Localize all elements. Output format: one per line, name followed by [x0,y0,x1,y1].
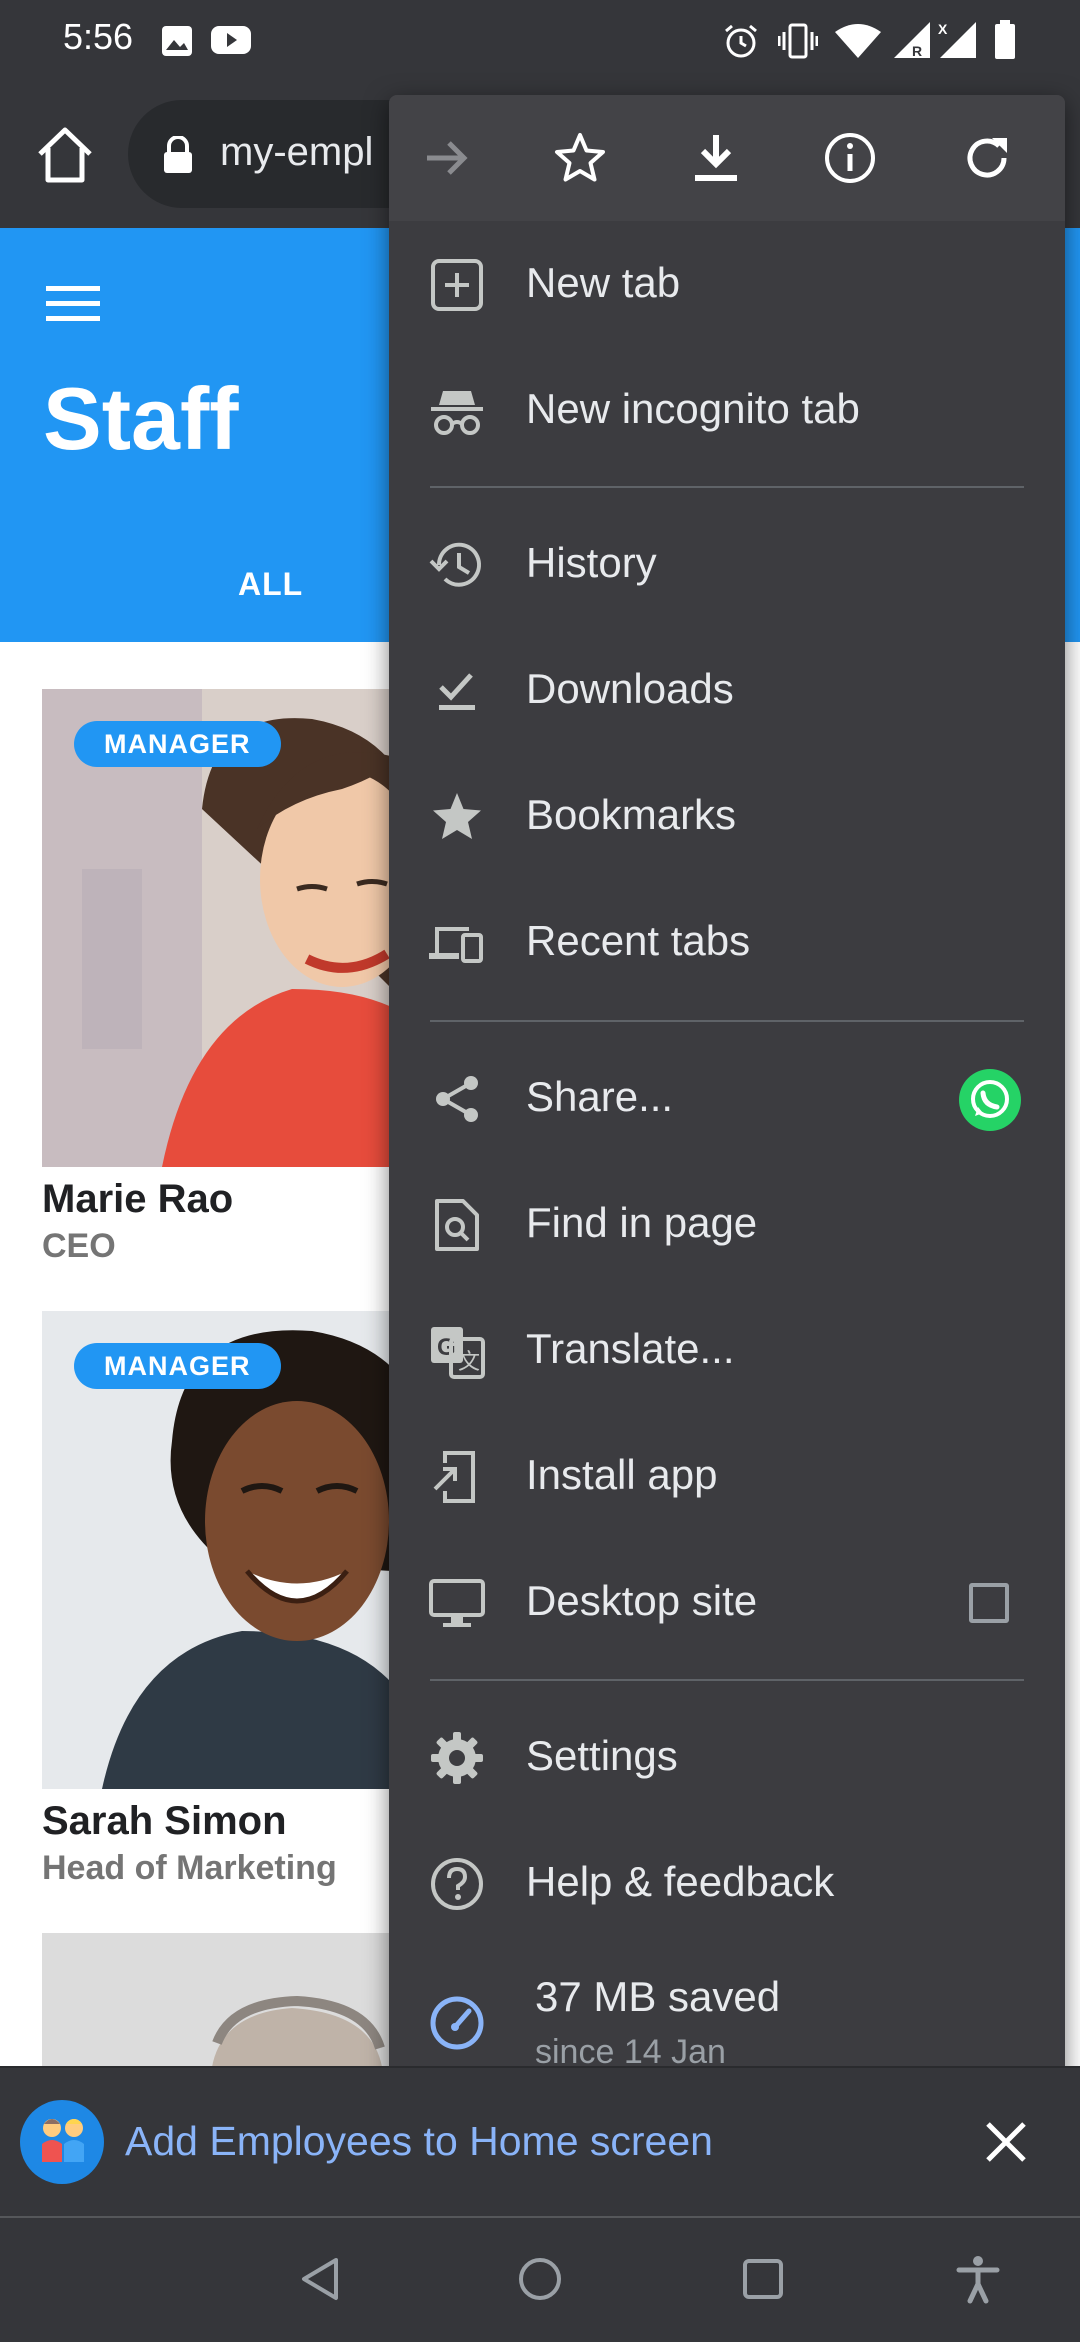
install-app-icon [433,1451,475,1503]
accessibility-icon[interactable] [953,2254,1003,2304]
menu-item-label: New tab [526,259,681,306]
alarm-icon [725,24,757,58]
menu-item-translate[interactable]: G文 Translate... [389,1291,1065,1411]
menu-item-label: Find in page [526,1199,758,1246]
back-nav-icon[interactable] [296,2254,346,2304]
hamburger-menu-icon[interactable] [46,284,100,324]
menu-item-label: Install app [526,1451,718,1498]
banner-text[interactable]: Add Employees to Home screen [125,2118,713,2165]
staff-name: Sarah Simon [42,1799,287,1843]
signal-icon: R [894,22,930,59]
menu-item-label: Downloads [526,665,734,712]
translate-icon: G文 [431,1327,485,1379]
menu-item-help-feedback[interactable]: Help & feedback [389,1824,1065,1944]
staff-role: CEO [42,1227,116,1265]
youtube-icon [211,26,251,54]
home-nav-icon[interactable] [515,2254,565,2304]
incognito-icon [431,391,483,435]
page-info-button[interactable] [815,123,885,193]
menu-item-install-app[interactable]: Install app [389,1417,1065,1537]
app-icon [20,2100,104,2184]
staff-photo: MANAGER [42,1311,442,1789]
menu-item-history[interactable]: History [389,505,1065,625]
star-icon [555,133,605,182]
forward-icon [427,141,468,175]
new-tab-icon [431,259,483,311]
home-icon [38,127,92,183]
url-text: my-empl [220,130,374,174]
download-page-button[interactable] [681,123,751,193]
history-icon [429,542,481,587]
desktop-site-icon [429,1579,485,1627]
menu-item-label: Settings [526,1732,678,1779]
menu-item-share[interactable]: Share... [389,1039,1065,1159]
recent-tabs-icon [429,927,483,963]
manager-badge: MANAGER [74,721,281,767]
settings-icon [431,1732,483,1784]
bookmarks-icon [433,793,481,839]
menu-item-recent-tabs[interactable]: Recent tabs [389,883,1065,1003]
menu-item-bookmarks[interactable]: Bookmarks [389,757,1065,877]
menu-item-new-incognito-tab[interactable]: New incognito tab [389,351,1065,471]
info-icon [825,133,875,183]
menu-item-label: Help & feedback [526,1858,835,1905]
menu-divider [430,1020,1024,1022]
lock-icon [164,136,192,173]
whatsapp-icon [971,1080,1009,1118]
page-title: Staff [43,369,239,468]
wifi-icon [835,24,881,58]
find-in-page-icon [435,1199,479,1251]
menu-divider [430,1679,1024,1681]
add-to-home-banner[interactable]: Add Employees to Home screen [0,2066,1080,2218]
data-saved-amount: 37 MB saved [535,1973,781,2020]
forward-button[interactable] [411,123,481,193]
gallery-icon [162,26,192,56]
system-nav-bar [0,2216,1080,2342]
menu-item-desktop-site[interactable]: Desktop site [389,1543,1065,1663]
menu-action-row [389,95,1065,221]
svg-text:X: X [938,21,948,37]
menu-item-label: History [526,539,657,586]
vibrate-icon [778,23,818,59]
status-bar: 5:56 R X [0,0,1080,80]
menu-divider [430,486,1024,488]
manager-badge: MANAGER [74,1343,281,1389]
menu-item-find-in-page[interactable]: Find in page [389,1165,1065,1285]
tab-all[interactable]: ALL [238,566,303,603]
downloads-icon [439,673,475,710]
menu-item-label: Desktop site [526,1577,758,1624]
menu-item-settings[interactable]: Settings [389,1698,1065,1818]
staff-role: Head of Marketing [42,1849,337,1887]
download-icon [695,135,737,181]
menu-item-new-tab[interactable]: New tab [389,225,1065,345]
help-icon [431,1858,483,1910]
bookmark-star-button[interactable] [545,123,615,193]
data-saver-icon [430,1996,484,2050]
staff-photo [42,1933,442,2067]
overflow-menu: New tab New incognito tab History Downlo… [389,95,1065,2120]
menu-item-downloads[interactable]: Downloads [389,631,1065,751]
menu-item-label: New incognito tab [526,385,860,432]
close-icon[interactable] [982,2118,1030,2166]
menu-item-label: Share... [526,1073,674,1120]
staff-name: Marie Rao [42,1177,234,1221]
menu-item-label: Translate... [526,1325,735,1372]
status-time: 5:56 [63,16,134,57]
svg-text:文: 文 [458,1349,480,1374]
menu-item-label: Bookmarks [526,791,737,838]
svg-text:R: R [912,43,922,59]
reload-button[interactable] [952,123,1022,193]
staff-photo: MANAGER [42,689,442,1167]
home-button[interactable] [30,120,100,190]
desktop-site-checkbox[interactable] [969,1583,1009,1623]
battery-icon [995,20,1015,59]
share-icon [436,1076,478,1122]
reload-icon [967,138,1007,178]
recents-nav-icon[interactable] [738,2254,788,2304]
whatsapp-share-button[interactable] [959,1069,1021,1131]
signal-icon-2: X [938,21,976,58]
menu-item-label: Recent tabs [526,917,751,964]
